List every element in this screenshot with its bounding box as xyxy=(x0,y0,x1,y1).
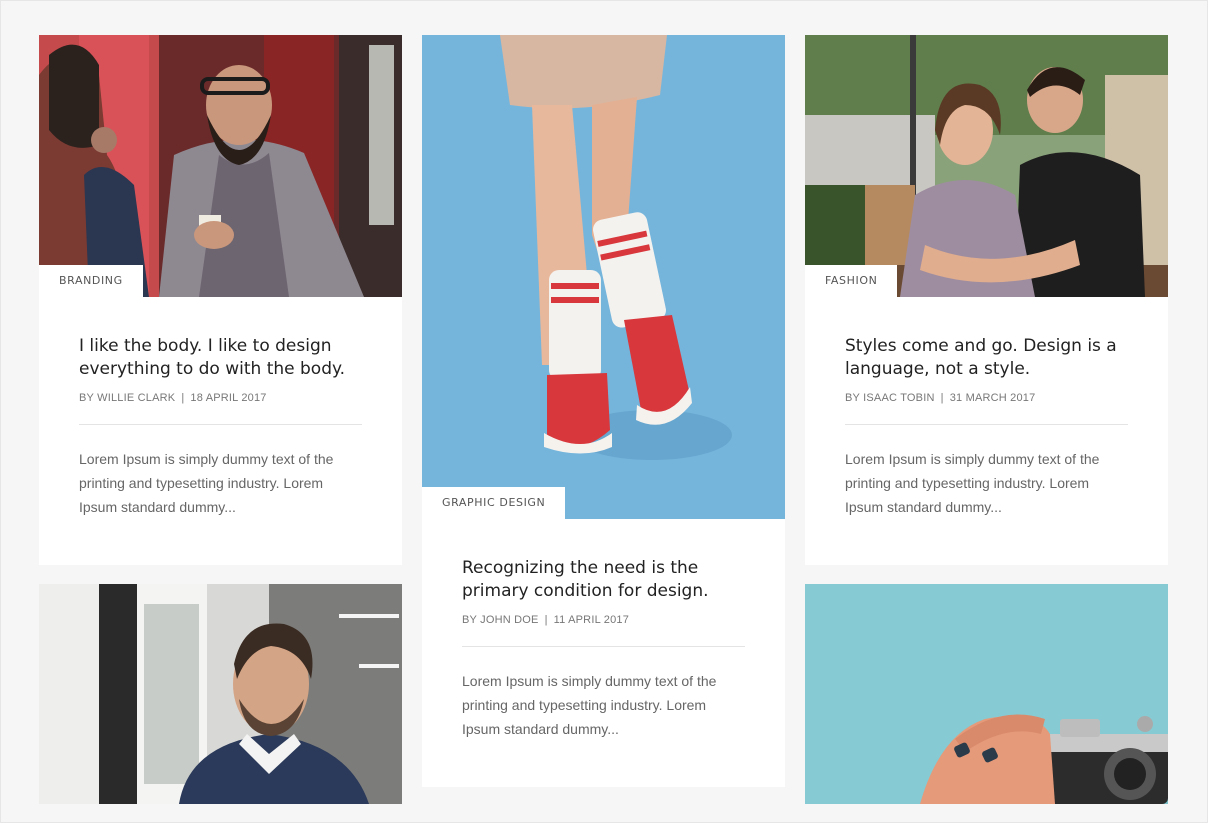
divider xyxy=(845,424,1128,425)
post-image-graphic-design[interactable]: GRAPHIC DESIGN xyxy=(422,35,785,519)
sneakers-photo xyxy=(422,35,785,519)
meta-separator: | xyxy=(940,392,944,404)
post-meta: BY JOHN DOE | 11 APRIL 2017 xyxy=(462,614,745,626)
category-tag[interactable]: FASHION xyxy=(805,265,898,297)
post-author[interactable]: BY ISAAC TOBIN xyxy=(845,392,935,404)
category-tag[interactable]: GRAPHIC DESIGN xyxy=(422,487,566,519)
divider xyxy=(462,646,745,647)
post-card-6[interactable] xyxy=(805,584,1168,804)
post-image-fashion[interactable]: FASHION xyxy=(805,35,1168,297)
bearded-man-photo xyxy=(39,35,402,297)
post-excerpt: Lorem Ipsum is simply dummy text of the … xyxy=(79,451,334,515)
post-image-branding[interactable]: BRANDING xyxy=(39,35,402,297)
post-image-6[interactable] xyxy=(805,584,1168,804)
category-tag[interactable]: BRANDING xyxy=(39,265,143,297)
post-date: 18 APRIL 2017 xyxy=(190,392,267,404)
smiling-man-photo xyxy=(39,584,402,804)
meta-separator: | xyxy=(181,392,185,404)
camera-hand-photo xyxy=(805,584,1168,804)
post-card-fashion[interactable]: FASHION Styles come and go. Design is a … xyxy=(805,35,1168,565)
post-title[interactable]: Recognizing the need is the primary cond… xyxy=(462,557,745,603)
post-title[interactable]: Styles come and go. Design is a language… xyxy=(845,335,1128,381)
post-date: 11 APRIL 2017 xyxy=(553,614,630,626)
post-card-4[interactable] xyxy=(39,584,402,804)
post-excerpt: Lorem Ipsum is simply dummy text of the … xyxy=(462,673,717,737)
post-card-graphic-design[interactable]: GRAPHIC DESIGN Recognizing the need is t… xyxy=(422,35,785,787)
post-excerpt: Lorem Ipsum is simply dummy text of the … xyxy=(845,451,1100,515)
post-author[interactable]: BY JOHN DOE xyxy=(462,614,539,626)
post-title[interactable]: I like the body. I like to design everyt… xyxy=(79,335,362,381)
meta-separator: | xyxy=(544,614,548,626)
post-author[interactable]: BY WILLIE CLARK xyxy=(79,392,175,404)
post-date: 31 MARCH 2017 xyxy=(949,392,1036,404)
post-card-branding[interactable]: BRANDING I like the body. I like to desi… xyxy=(39,35,402,565)
post-meta: BY ISAAC TOBIN | 31 MARCH 2017 xyxy=(845,392,1128,404)
post-meta: BY WILLIE CLARK | 18 APRIL 2017 xyxy=(79,392,362,404)
couple-photo xyxy=(805,35,1168,297)
divider xyxy=(79,424,362,425)
post-image-4[interactable] xyxy=(39,584,402,804)
